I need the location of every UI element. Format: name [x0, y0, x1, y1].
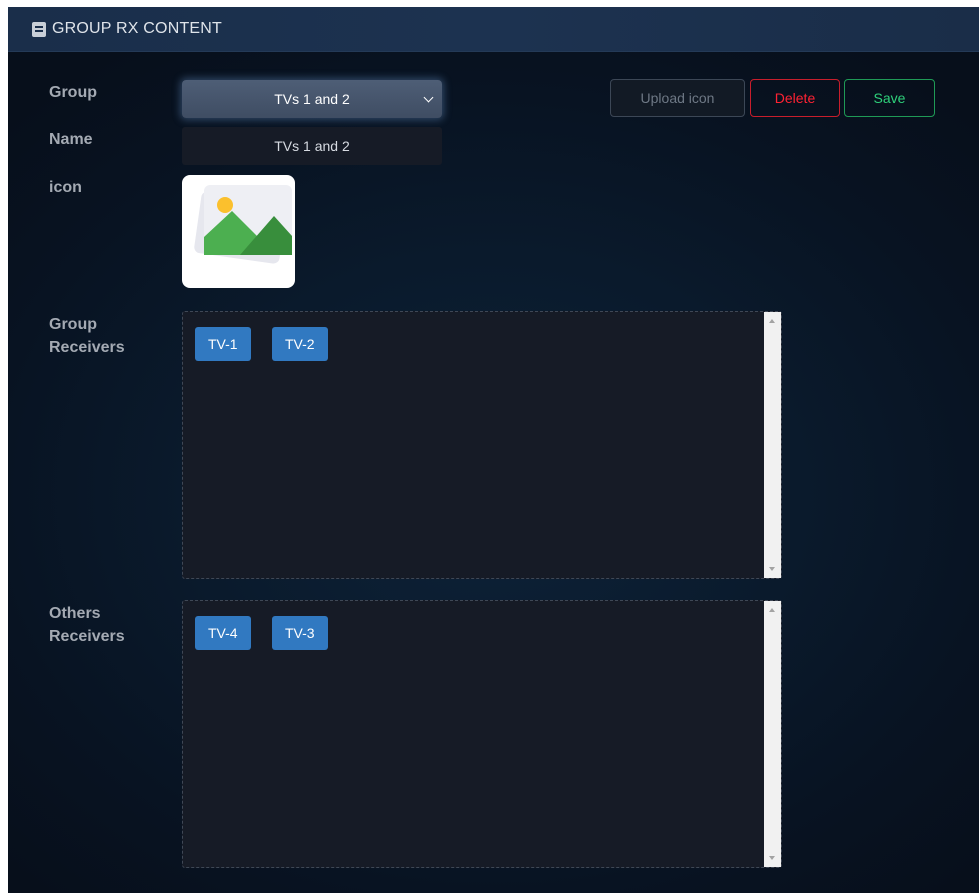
group-select-value: TVs 1 and 2: [274, 91, 350, 107]
others-receivers-list[interactable]: TV-4 TV-3: [182, 600, 782, 868]
group-receivers-label-line1: Group: [49, 316, 97, 333]
panel-header: GROUP RX CONTENT: [8, 7, 979, 52]
scrollbar[interactable]: [764, 601, 781, 867]
receiver-chip[interactable]: TV-2: [272, 327, 328, 361]
icon-label: icon: [49, 179, 82, 196]
icon-preview[interactable]: [182, 175, 295, 288]
others-receivers-label-line1: Others: [49, 605, 101, 622]
scroll-down-arrow-icon[interactable]: [769, 856, 775, 860]
panel-title: GROUP RX CONTENT: [52, 20, 223, 37]
receiver-chip[interactable]: TV-1: [195, 327, 251, 361]
group-receivers-list[interactable]: TV-1 TV-2: [182, 311, 782, 579]
others-receivers-label-line2: Receivers: [49, 628, 125, 645]
scrollbar[interactable]: [764, 312, 781, 578]
chevron-down-icon: [423, 92, 434, 103]
book-icon: [32, 21, 46, 37]
others-receivers-label: Others Receivers: [49, 602, 125, 648]
group-label: Group: [49, 84, 97, 101]
name-input[interactable]: [182, 127, 442, 165]
group-receivers-label-line2: Receivers: [49, 339, 125, 356]
upload-icon-button[interactable]: Upload icon: [610, 79, 745, 117]
group-select[interactable]: TVs 1 and 2: [182, 80, 442, 118]
delete-button[interactable]: Delete: [750, 79, 840, 117]
scroll-up-arrow-icon[interactable]: [769, 319, 775, 323]
group-rx-panel: GROUP RX CONTENT Group Name icon Group R…: [8, 7, 979, 893]
scroll-down-arrow-icon[interactable]: [769, 567, 775, 571]
image-placeholder-icon: [194, 185, 292, 264]
receiver-chip[interactable]: TV-4: [195, 616, 251, 650]
save-button[interactable]: Save: [844, 79, 935, 117]
name-label: Name: [49, 131, 93, 148]
group-receivers-label: Group Receivers: [49, 313, 125, 359]
scroll-up-arrow-icon[interactable]: [769, 608, 775, 612]
receiver-chip[interactable]: TV-3: [272, 616, 328, 650]
